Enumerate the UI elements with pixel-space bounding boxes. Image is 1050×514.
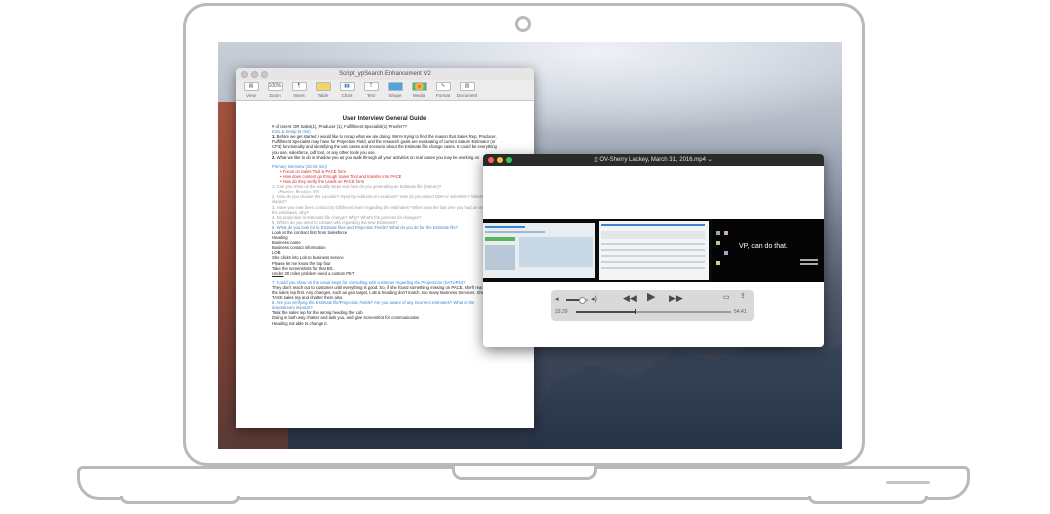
media-icon xyxy=(411,82,427,91)
volume-knob[interactable] xyxy=(579,297,587,304)
video-player-window: ▯ OV-Sherry Lackey, March 31, 2016.mp4 ⌄ xyxy=(483,154,824,347)
question-2: 2. How do you choose the Location? Input… xyxy=(272,194,491,205)
seek-bar[interactable] xyxy=(576,309,731,314)
close-button[interactable] xyxy=(241,71,248,78)
question-3: 3. Have you ever been contact by fulfill… xyxy=(272,204,497,215)
seek-playhead[interactable] xyxy=(634,309,637,314)
toolbar-media-button[interactable]: Media xyxy=(407,80,431,98)
video-title-bar[interactable]: ▯ OV-Sherry Lackey, March 31, 2016.mp4 ⌄ xyxy=(483,154,824,166)
toolbar-shape-button[interactable]: Shape xyxy=(383,80,407,98)
toolbar-label: Shape xyxy=(388,93,402,98)
text-icon: T xyxy=(363,82,379,91)
seek-progress xyxy=(576,311,635,313)
elapsed-time: 33:29 xyxy=(555,309,568,315)
notes-paragraph: They don't reach out to customer until e… xyxy=(272,284,497,301)
playback-controls: ◂ ◂) ◀◀ ▶ ▶▶ ▭ ⇪ 33:29 54:41 xyxy=(551,290,754,321)
laptop-foot-right xyxy=(808,496,928,504)
desktop-screen: Script_ypSearch Enhancement V2 ▤ View 100… xyxy=(218,42,842,449)
video-screen-content xyxy=(483,223,595,278)
toolbar-text-button[interactable]: T Text xyxy=(359,80,383,98)
video-window-title: OV-Sherry Lackey, March 31, 2016.mp4 xyxy=(599,157,706,163)
video-caption-text: VP, can do that. xyxy=(739,243,788,250)
airplay-icon[interactable]: ▭ xyxy=(723,293,730,303)
pages-window-title: Script_ypSearch Enhancement V2 xyxy=(339,71,431,77)
close-button[interactable] xyxy=(488,157,494,163)
toolbar-label: Chart xyxy=(341,93,353,98)
toolbar-label: Zoom xyxy=(269,93,281,98)
chevron-down-icon[interactable]: ⌄ xyxy=(706,157,713,163)
pages-toolbar: ▤ View 100% Zoom ¶ Insert Table ▮▮ Chart T Te… xyxy=(236,80,534,101)
toolbar-label: Table xyxy=(317,93,329,98)
view-icon: ▤ xyxy=(243,82,259,91)
paragraph-1-text: Before we get started I would like to re… xyxy=(272,134,497,155)
pages-title-bar[interactable]: Script_ypSearch Enhancement V2 xyxy=(236,68,534,80)
toolbar-label: Text xyxy=(366,93,376,98)
toolbar-label: Document xyxy=(456,93,478,98)
toolbar-insert-button[interactable]: ¶ Insert xyxy=(287,80,311,98)
play-button[interactable]: ▶ xyxy=(647,292,655,303)
zoom-value: 100% xyxy=(267,82,283,91)
chart-icon: ▮▮ xyxy=(339,82,355,91)
toolbar-view-button[interactable]: ▤ View xyxy=(239,80,263,98)
shape-icon xyxy=(387,82,403,91)
toolbar-zoom-button[interactable]: 100% Zoom xyxy=(263,80,287,98)
toolbar-chart-button[interactable]: ▮▮ Chart xyxy=(335,80,359,98)
paragraph-icon: ¶ xyxy=(291,82,307,91)
paragraph-2: 2. What we like to do is shadow you as y… xyxy=(272,154,480,160)
laptop-slot xyxy=(886,481,930,484)
question-8: 8. Are you verifying the Estimate file/P… xyxy=(272,300,475,311)
share-icon[interactable]: ⇪ xyxy=(740,292,746,302)
toolbar-table-button[interactable]: Table xyxy=(311,80,335,98)
minimize-button[interactable] xyxy=(497,157,503,163)
question-text: Have you ever been contact by fulfillmen… xyxy=(272,204,497,215)
notes-text: 20 miles problem need a custom PET xyxy=(283,270,355,276)
toolbar-label: Media xyxy=(412,93,426,98)
table-icon xyxy=(315,82,331,91)
paragraph-2-text: What we like to do is shadow you as you … xyxy=(276,154,480,160)
remaining-time: 54:41 xyxy=(734,309,747,315)
notes-line: Heading not able to change it. xyxy=(272,320,328,326)
toolbar-format-button[interactable]: ✎ Format xyxy=(431,80,455,98)
toolbar-document-button[interactable]: ▥ Document xyxy=(455,80,479,98)
document-heading: User Interview General Guide xyxy=(342,116,427,122)
video-frame[interactable]: VP, can do that. xyxy=(483,219,824,282)
minimize-button[interactable] xyxy=(251,71,258,78)
paragraph-1: 1. Before we get started I would like to… xyxy=(272,134,497,155)
video-letterbox-top xyxy=(483,166,824,219)
zoom-button[interactable] xyxy=(506,157,512,163)
toolbar-label: View xyxy=(246,93,256,98)
volume-slider[interactable] xyxy=(566,297,588,304)
document-page: User Interview General Guide # of Users:… xyxy=(236,101,497,326)
camera-icon xyxy=(515,16,531,32)
fast-forward-button[interactable]: ▶▶ xyxy=(669,293,683,303)
underlined-word: Under xyxy=(272,270,284,276)
rewind-button[interactable]: ◀◀ xyxy=(623,293,637,303)
toolbar-label: Format xyxy=(435,93,451,98)
format-brush-icon: ✎ xyxy=(435,82,451,91)
volume-high-icon[interactable]: ◂) xyxy=(591,295,597,305)
toolbar-label: Insert xyxy=(293,93,305,98)
volume-low-icon[interactable]: ◂ xyxy=(555,295,559,305)
question-text: Are you verifying the Estimate file/Proj… xyxy=(272,300,475,311)
laptop-foot-left xyxy=(120,496,240,504)
question-text: How do you choose the Location? Input by… xyxy=(272,194,491,205)
video-screen-content xyxy=(712,219,824,282)
laptop-opening-notch xyxy=(452,466,597,480)
video-screen-content xyxy=(599,221,709,280)
zoom-button[interactable] xyxy=(261,71,268,78)
document-icon: ▥ xyxy=(459,82,475,91)
